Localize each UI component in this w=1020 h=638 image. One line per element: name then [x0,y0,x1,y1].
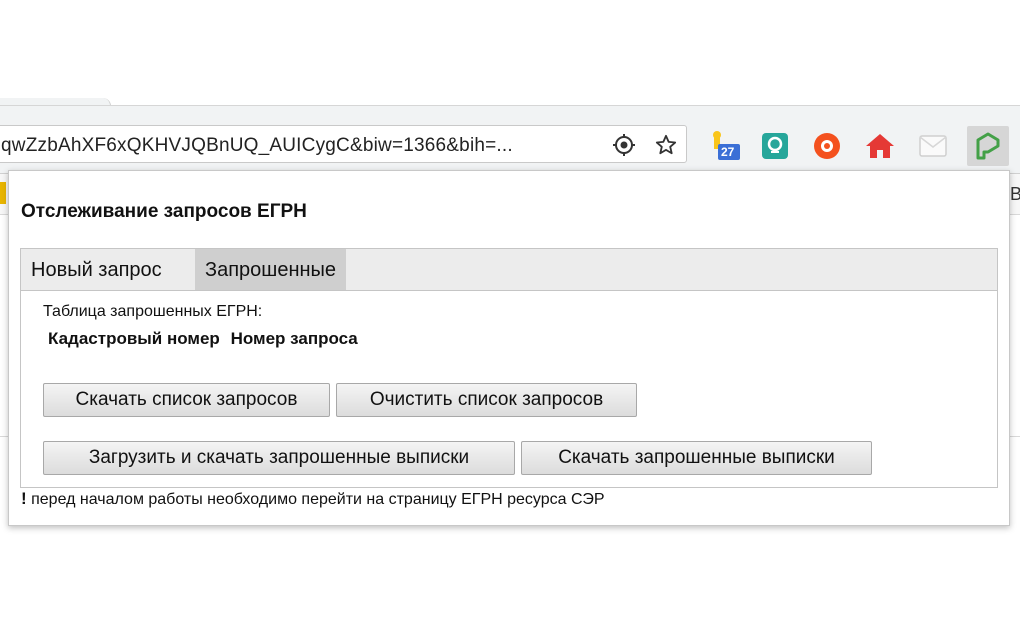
warning-text: перед началом работы необходимо перейти … [26,491,605,508]
download-extracts-button[interactable]: Скачать запрошенные выписки [521,441,872,475]
warning-note: ! перед началом работы необходимо перейт… [21,489,605,509]
mail-extension-icon[interactable] [916,129,950,163]
map-pin-extension-icon[interactable] [758,129,792,163]
tab-bar: Новый запрос Запрошенные [21,249,997,291]
address-url[interactable]: qwZzbAhXF6xQKHVJQBnUQ_AUICygC&biw=1366&b… [1,135,601,157]
clear-list-button[interactable]: Очистить список запросов [336,383,637,417]
extension-popup: Отслеживание запросов ЕГРН Новый запрос … [8,170,1010,526]
load-and-download-button[interactable]: Загрузить и скачать запрошенные выписки [43,441,515,475]
target-icon[interactable] [613,134,635,156]
shield-extension-icon[interactable] [810,129,844,163]
egrn-extension-icon[interactable] [967,126,1009,166]
notification-extension-icon[interactable]: 27 [706,129,740,163]
home-extension-icon[interactable] [863,129,897,163]
tab-new-request[interactable]: Новый запрос [21,249,172,290]
address-bar[interactable]: qwZzbAhXF6xQKHVJQBnUQ_AUICygC&biw=1366&b… [0,125,687,163]
popup-title: Отслеживание запросов ЕГРН [21,201,307,222]
column-header-cadastral: Кадастровый номер [48,329,220,348]
bookmark-folder-icon[interactable] [0,182,6,204]
table-header-row: Кадастровый номер Номер запроса [48,329,358,349]
extension-badge: 27 [721,145,735,159]
table-caption: Таблица запрошенных ЕГРН: [43,303,263,320]
star-icon[interactable] [655,134,677,156]
download-list-button[interactable]: Скачать список запросов [43,383,330,417]
browser-toolbar: qwZzbAhXF6xQKHVJQBnUQ_AUICygC&biw=1366&b… [0,115,1020,174]
tab-requested[interactable]: Запрошенные [195,249,347,290]
tab-panel: Новый запрос Запрошенные Таблица запроше… [20,248,998,488]
page-edge-text: Вд [1010,184,1020,204]
column-header-request-number: Номер запроса [230,329,358,348]
